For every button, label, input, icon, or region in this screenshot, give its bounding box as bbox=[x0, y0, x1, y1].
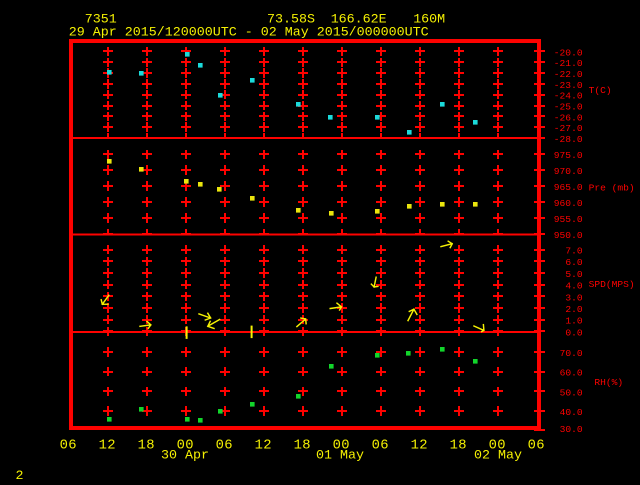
svg-text:2.0: 2.0 bbox=[565, 304, 583, 315]
svg-text:4.0: 4.0 bbox=[565, 281, 583, 292]
svg-text:18: 18 bbox=[294, 438, 311, 453]
svg-text:975.0: 975.0 bbox=[554, 150, 583, 161]
svg-text:-21.0: -21.0 bbox=[554, 58, 583, 69]
svg-text:18: 18 bbox=[450, 438, 467, 453]
svg-text:-28.0: -28.0 bbox=[554, 134, 583, 145]
svg-text:3.0: 3.0 bbox=[565, 292, 583, 303]
svg-text:12: 12 bbox=[255, 438, 272, 453]
svg-text:5.0: 5.0 bbox=[565, 269, 583, 280]
svg-text:-22.0: -22.0 bbox=[554, 69, 583, 80]
svg-text:12: 12 bbox=[99, 438, 116, 453]
svg-text:-25.0: -25.0 bbox=[554, 101, 583, 112]
svg-text:955.0: 955.0 bbox=[554, 214, 583, 225]
svg-text:06: 06 bbox=[60, 438, 77, 453]
svg-text:02 May: 02 May bbox=[474, 448, 522, 463]
svg-text:-27.0: -27.0 bbox=[554, 123, 583, 134]
svg-text:RH(%): RH(%) bbox=[594, 377, 623, 388]
svg-text:12: 12 bbox=[411, 438, 428, 453]
svg-text:Pre (mb): Pre (mb) bbox=[589, 183, 635, 194]
svg-text:950.0: 950.0 bbox=[554, 230, 583, 241]
svg-text:1.0: 1.0 bbox=[565, 316, 583, 327]
svg-text:-20.0: -20.0 bbox=[554, 47, 583, 58]
svg-text:70.0: 70.0 bbox=[560, 348, 583, 359]
svg-text:30.0: 30.0 bbox=[560, 424, 583, 435]
svg-text:50.0: 50.0 bbox=[560, 387, 583, 398]
svg-text:-23.0: -23.0 bbox=[554, 80, 583, 91]
svg-text:SPD(MPS): SPD(MPS) bbox=[589, 279, 635, 290]
svg-text:29 Apr 2015/120000UTC - 02 May: 29 Apr 2015/120000UTC - 02 May 2015/0000… bbox=[69, 25, 429, 40]
svg-text:6.0: 6.0 bbox=[565, 257, 583, 268]
svg-text:965.0: 965.0 bbox=[554, 182, 583, 193]
svg-text:01 May: 01 May bbox=[316, 448, 364, 463]
svg-text:30 Apr: 30 Apr bbox=[161, 448, 209, 463]
svg-text:-24.0: -24.0 bbox=[554, 91, 583, 102]
svg-text:2: 2 bbox=[16, 469, 24, 480]
svg-text:-26.0: -26.0 bbox=[554, 112, 583, 123]
svg-text:7.0: 7.0 bbox=[565, 246, 583, 257]
svg-text:960.0: 960.0 bbox=[554, 198, 583, 209]
svg-text:970.0: 970.0 bbox=[554, 166, 583, 177]
svg-text:0.0: 0.0 bbox=[565, 327, 583, 338]
svg-text:18: 18 bbox=[138, 438, 155, 453]
svg-text:06: 06 bbox=[372, 438, 389, 453]
svg-text:40.0: 40.0 bbox=[560, 407, 583, 418]
svg-text:60.0: 60.0 bbox=[560, 368, 583, 379]
svg-text:T(C): T(C) bbox=[589, 85, 612, 96]
svg-text:06: 06 bbox=[528, 438, 545, 453]
svg-text:06: 06 bbox=[216, 438, 233, 453]
